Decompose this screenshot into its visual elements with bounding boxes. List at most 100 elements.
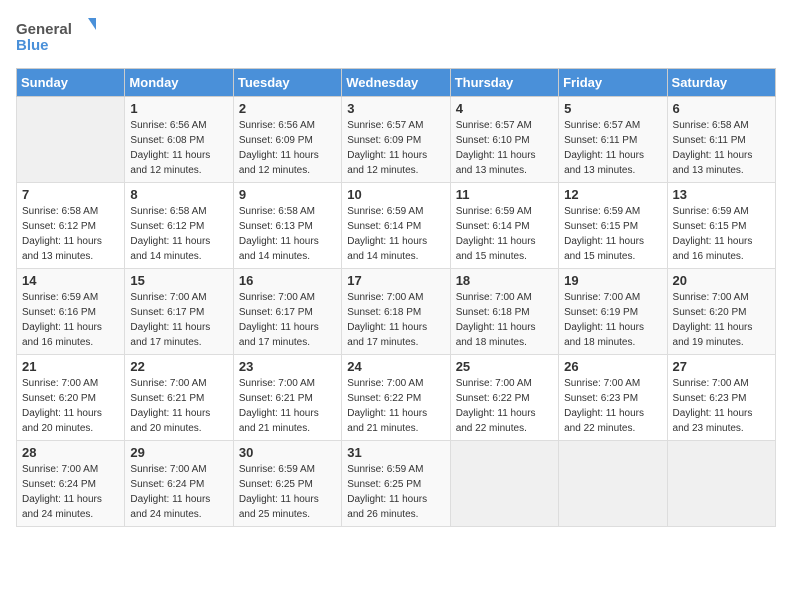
calendar-cell: 2Sunrise: 6:56 AMSunset: 6:09 PMDaylight… bbox=[233, 97, 341, 183]
day-info: Sunrise: 6:59 AMSunset: 6:16 PMDaylight:… bbox=[22, 290, 119, 350]
day-number: 31 bbox=[347, 445, 444, 460]
day-number: 15 bbox=[130, 273, 227, 288]
day-number: 3 bbox=[347, 101, 444, 116]
day-number: 18 bbox=[456, 273, 553, 288]
calendar-cell: 20 Sunrise: 7:00 AMSunset: 6:20 PMDayligh… bbox=[667, 269, 775, 355]
day-info: Sunrise: 6:59 AMSunset: 6:25 PMDaylight:… bbox=[347, 462, 444, 522]
day-number: 6 bbox=[673, 101, 770, 116]
day-number: 1 bbox=[130, 101, 227, 116]
day-info: Sunrise: 7:00 AMSunset: 6:23 PMDaylight:… bbox=[564, 376, 661, 436]
day-info: Sunrise: 7:00 AMSunset: 6:22 PMDaylight:… bbox=[347, 376, 444, 436]
calendar-cell: 8Sunrise: 6:58 AMSunset: 6:12 PMDaylight… bbox=[125, 183, 233, 269]
calendar-cell: 22 Sunrise: 7:00 AMSunset: 6:21 PMDayligh… bbox=[125, 355, 233, 441]
header-thursday: Thursday bbox=[450, 69, 558, 97]
header-tuesday: Tuesday bbox=[233, 69, 341, 97]
logo-svg: General Blue bbox=[16, 16, 96, 56]
calendar-cell: 9Sunrise: 6:58 AMSunset: 6:13 PMDaylight… bbox=[233, 183, 341, 269]
day-info: Sunrise: 7:00 AMSunset: 6:20 PMDaylight:… bbox=[22, 376, 119, 436]
day-number: 5 bbox=[564, 101, 661, 116]
calendar-table: SundayMondayTuesdayWednesdayThursdayFrid… bbox=[16, 68, 776, 527]
calendar-cell: 15 Sunrise: 7:00 AMSunset: 6:17 PMDayligh… bbox=[125, 269, 233, 355]
calendar-cell bbox=[667, 441, 775, 527]
day-number: 21 bbox=[22, 359, 119, 374]
day-number: 17 bbox=[347, 273, 444, 288]
calendar-week-2: 7Sunrise: 6:58 AMSunset: 6:12 PMDaylight… bbox=[17, 183, 776, 269]
calendar-cell bbox=[450, 441, 558, 527]
day-number: 8 bbox=[130, 187, 227, 202]
calendar-cell: 17 Sunrise: 7:00 AMSunset: 6:18 PMDayligh… bbox=[342, 269, 450, 355]
day-info: Sunrise: 7:00 AMSunset: 6:18 PMDaylight:… bbox=[456, 290, 553, 350]
day-info: Sunrise: 7:00 AMSunset: 6:20 PMDaylight:… bbox=[673, 290, 770, 350]
calendar-cell: 27 Sunrise: 7:00 AMSunset: 6:23 PMDayligh… bbox=[667, 355, 775, 441]
calendar-cell: 10 Sunrise: 6:59 AMSunset: 6:14 PMDayligh… bbox=[342, 183, 450, 269]
day-number: 20 bbox=[673, 273, 770, 288]
day-number: 19 bbox=[564, 273, 661, 288]
calendar-cell: 6 Sunrise: 6:58 AMSunset: 6:11 PMDaylight… bbox=[667, 97, 775, 183]
calendar-cell: 3Sunrise: 6:57 AMSunset: 6:09 PMDaylight… bbox=[342, 97, 450, 183]
day-number: 16 bbox=[239, 273, 336, 288]
calendar-cell: 18 Sunrise: 7:00 AMSunset: 6:18 PMDayligh… bbox=[450, 269, 558, 355]
calendar-cell: 30 Sunrise: 6:59 AMSunset: 6:25 PMDayligh… bbox=[233, 441, 341, 527]
calendar-cell: 26 Sunrise: 7:00 AMSunset: 6:23 PMDayligh… bbox=[559, 355, 667, 441]
day-number: 11 bbox=[456, 187, 553, 202]
day-info: Sunrise: 6:57 AMSunset: 6:10 PMDaylight:… bbox=[456, 118, 553, 178]
day-number: 29 bbox=[130, 445, 227, 460]
calendar-cell: 25Sunrise: 7:00 AMSunset: 6:22 PMDayligh… bbox=[450, 355, 558, 441]
calendar-cell: 23 Sunrise: 7:00 AMSunset: 6:21 PMDayligh… bbox=[233, 355, 341, 441]
header: General Blue bbox=[16, 16, 776, 56]
day-info: Sunrise: 7:00 AMSunset: 6:21 PMDaylight:… bbox=[130, 376, 227, 436]
calendar-header-row: SundayMondayTuesdayWednesdayThursdayFrid… bbox=[17, 69, 776, 97]
day-info: Sunrise: 6:56 AMSunset: 6:08 PMDaylight:… bbox=[130, 118, 227, 178]
day-info: Sunrise: 6:59 AMSunset: 6:25 PMDaylight:… bbox=[239, 462, 336, 522]
day-number: 30 bbox=[239, 445, 336, 460]
calendar-week-5: 28 Sunrise: 7:00 AMSunset: 6:24 PMDayligh… bbox=[17, 441, 776, 527]
day-number: 28 bbox=[22, 445, 119, 460]
day-info: Sunrise: 6:59 AMSunset: 6:14 PMDaylight:… bbox=[456, 204, 553, 264]
calendar-cell bbox=[559, 441, 667, 527]
calendar-cell: 12 Sunrise: 6:59 AMSunset: 6:15 PMDayligh… bbox=[559, 183, 667, 269]
svg-text:General: General bbox=[16, 21, 72, 38]
day-info: Sunrise: 7:00 AMSunset: 6:17 PMDaylight:… bbox=[239, 290, 336, 350]
day-number: 23 bbox=[239, 359, 336, 374]
calendar-week-3: 14 Sunrise: 6:59 AMSunset: 6:16 PMDayligh… bbox=[17, 269, 776, 355]
day-info: Sunrise: 7:00 AMSunset: 6:23 PMDaylight:… bbox=[673, 376, 770, 436]
day-info: Sunrise: 6:59 AMSunset: 6:15 PMDaylight:… bbox=[673, 204, 770, 264]
calendar-cell: 19 Sunrise: 7:00 AMSunset: 6:19 PMDayligh… bbox=[559, 269, 667, 355]
day-number: 13 bbox=[673, 187, 770, 202]
day-number: 4 bbox=[456, 101, 553, 116]
day-info: Sunrise: 7:00 AMSunset: 6:21 PMDaylight:… bbox=[239, 376, 336, 436]
day-info: Sunrise: 7:00 AMSunset: 6:24 PMDaylight:… bbox=[22, 462, 119, 522]
day-info: Sunrise: 7:00 AMSunset: 6:18 PMDaylight:… bbox=[347, 290, 444, 350]
header-wednesday: Wednesday bbox=[342, 69, 450, 97]
day-number: 7 bbox=[22, 187, 119, 202]
calendar-cell: 11 Sunrise: 6:59 AMSunset: 6:14 PMDayligh… bbox=[450, 183, 558, 269]
day-number: 22 bbox=[130, 359, 227, 374]
calendar-cell: 28 Sunrise: 7:00 AMSunset: 6:24 PMDayligh… bbox=[17, 441, 125, 527]
day-info: Sunrise: 7:00 AMSunset: 6:17 PMDaylight:… bbox=[130, 290, 227, 350]
calendar-cell: 29 Sunrise: 7:00 AMSunset: 6:24 PMDayligh… bbox=[125, 441, 233, 527]
calendar-cell: 13 Sunrise: 6:59 AMSunset: 6:15 PMDayligh… bbox=[667, 183, 775, 269]
calendar-cell: 4 Sunrise: 6:57 AMSunset: 6:10 PMDaylight… bbox=[450, 97, 558, 183]
day-number: 14 bbox=[22, 273, 119, 288]
day-number: 25 bbox=[456, 359, 553, 374]
day-number: 27 bbox=[673, 359, 770, 374]
calendar-cell: 7Sunrise: 6:58 AMSunset: 6:12 PMDaylight… bbox=[17, 183, 125, 269]
calendar-cell: 1 Sunrise: 6:56 AMSunset: 6:08 PMDaylight… bbox=[125, 97, 233, 183]
svg-text:Blue: Blue bbox=[16, 37, 49, 54]
header-monday: Monday bbox=[125, 69, 233, 97]
day-info: Sunrise: 7:00 AMSunset: 6:24 PMDaylight:… bbox=[130, 462, 227, 522]
calendar-cell bbox=[17, 97, 125, 183]
calendar-cell: 21 Sunrise: 7:00 AMSunset: 6:20 PMDayligh… bbox=[17, 355, 125, 441]
calendar-week-4: 21 Sunrise: 7:00 AMSunset: 6:20 PMDayligh… bbox=[17, 355, 776, 441]
day-info: Sunrise: 7:00 AMSunset: 6:19 PMDaylight:… bbox=[564, 290, 661, 350]
day-number: 10 bbox=[347, 187, 444, 202]
day-info: Sunrise: 6:59 AMSunset: 6:14 PMDaylight:… bbox=[347, 204, 444, 264]
day-number: 26 bbox=[564, 359, 661, 374]
day-info: Sunrise: 6:59 AMSunset: 6:15 PMDaylight:… bbox=[564, 204, 661, 264]
day-number: 12 bbox=[564, 187, 661, 202]
logo: General Blue bbox=[16, 16, 96, 56]
calendar-week-1: 1 Sunrise: 6:56 AMSunset: 6:08 PMDaylight… bbox=[17, 97, 776, 183]
calendar-cell: 14 Sunrise: 6:59 AMSunset: 6:16 PMDayligh… bbox=[17, 269, 125, 355]
calendar-cell: 24Sunrise: 7:00 AMSunset: 6:22 PMDayligh… bbox=[342, 355, 450, 441]
day-info: Sunrise: 6:58 AMSunset: 6:11 PMDaylight:… bbox=[673, 118, 770, 178]
